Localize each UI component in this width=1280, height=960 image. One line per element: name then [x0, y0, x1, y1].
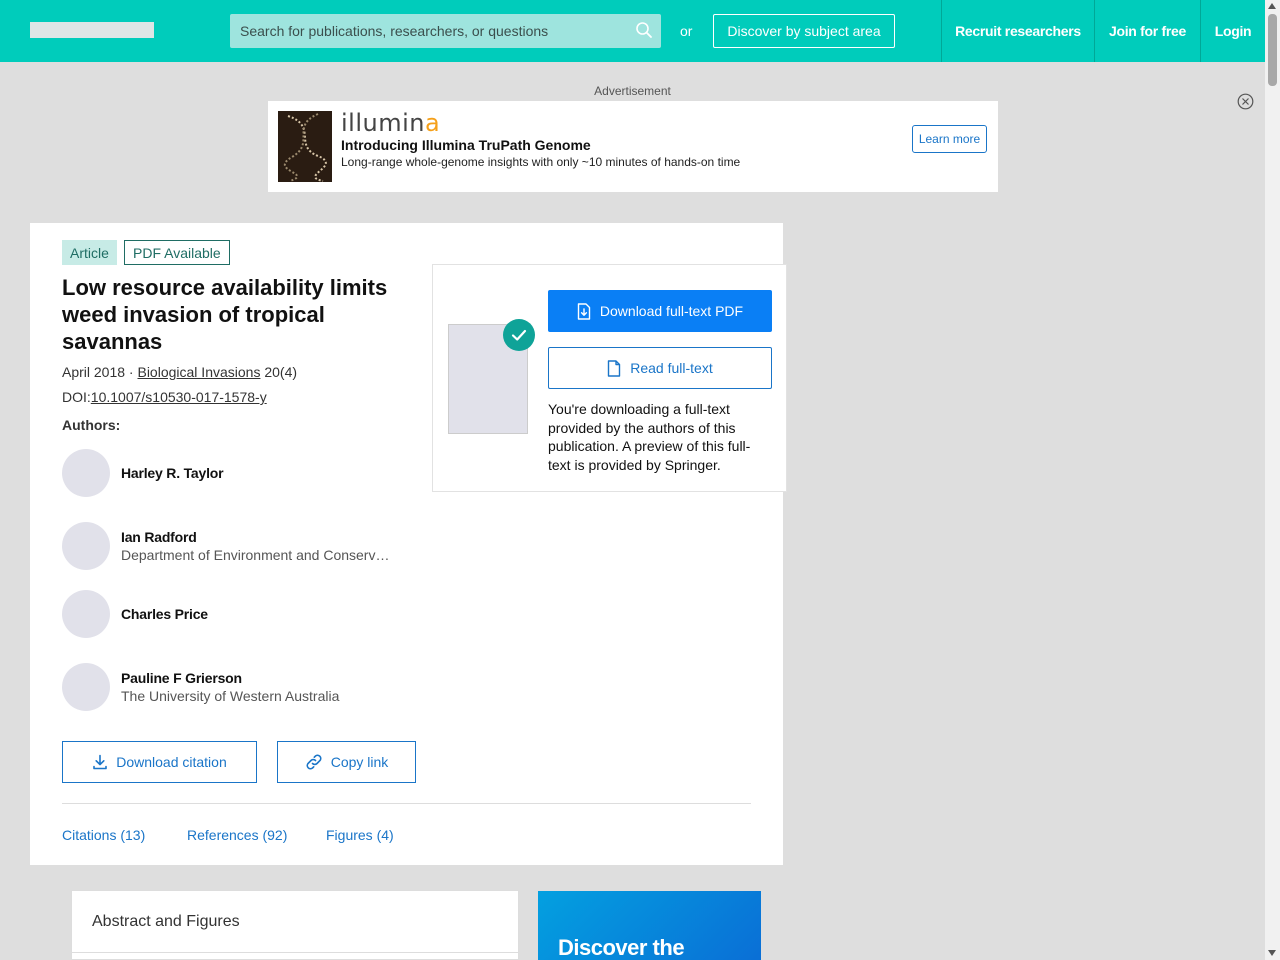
abstract-heading: Abstract and Figures [92, 913, 240, 930]
scroll-up-arrow-icon[interactable] [1268, 3, 1276, 9]
author-avatar[interactable] [62, 590, 110, 638]
document-icon [608, 359, 621, 377]
read-full-text-button[interactable]: Read full-text [548, 347, 772, 389]
download-citation-label: Download citation [116, 754, 227, 770]
article-type-badge: Article [62, 240, 117, 265]
discover-by-subject-button[interactable]: Discover by subject area [713, 14, 895, 48]
abstract-card: Abstract and Figures [71, 890, 519, 960]
tab-figures[interactable]: Figures (4) [326, 827, 394, 843]
ad-image [278, 111, 332, 182]
recruit-researchers-link[interactable]: Recruit researchers [941, 0, 1094, 62]
download-citation-button[interactable]: Download citation [62, 741, 257, 783]
authors-label: Authors: [62, 417, 121, 433]
download-note: You're downloading a full-text provided … [548, 401, 751, 473]
link-icon [306, 754, 322, 770]
advertisement-label: Advertisement [594, 84, 671, 98]
search-icon[interactable] [635, 21, 653, 39]
site-logo[interactable] [30, 22, 154, 38]
ad-headline: Introducing Illumina TruPath Genome [341, 137, 591, 153]
author-affiliation: The University of Western Australia [121, 688, 340, 704]
author-name[interactable]: Charles Price [121, 606, 208, 622]
checkmark-icon [503, 319, 535, 351]
ad-learn-more-button[interactable]: Learn more [912, 125, 987, 153]
or-label: or [680, 23, 693, 39]
close-ad-icon[interactable] [1237, 93, 1254, 110]
search-input[interactable] [240, 14, 630, 48]
abstract-divider [72, 952, 518, 953]
promo-banner[interactable]: Discover the [538, 891, 761, 960]
author-name[interactable]: Pauline F Grierson [121, 670, 242, 686]
pdf-download-icon [577, 302, 591, 320]
author-item[interactable]: Charles Price [62, 590, 402, 640]
author-item[interactable]: Ian Radford Department of Environment an… [62, 522, 402, 572]
journal-link[interactable]: Biological Invasions [137, 364, 260, 380]
author-item[interactable]: Harley R. Taylor [62, 449, 402, 499]
tab-citations[interactable]: Citations (13) [62, 827, 145, 843]
dna-pattern-icon [283, 113, 327, 182]
download-panel: Download full-text PDF Read full-text Yo… [432, 264, 787, 492]
copy-link-label: Copy link [330, 754, 389, 770]
author-avatar[interactable] [62, 522, 110, 570]
doi-line: DOI:10.1007/s10530-017-1578-y [62, 389, 267, 405]
author-item[interactable]: Pauline F Grierson The University of Wes… [62, 663, 402, 713]
author-avatar[interactable] [62, 663, 110, 711]
pdf-available-badge: PDF Available [124, 240, 230, 265]
author-affiliation: Department of Environment and Conservati… [121, 547, 393, 563]
journal-issue: 20(4) [260, 364, 298, 380]
download-pdf-button[interactable]: Download full-text PDF [548, 290, 772, 332]
author-name[interactable]: Ian Radford [121, 529, 197, 545]
login-link[interactable]: Login [1200, 0, 1265, 62]
join-for-free-link[interactable]: Join for free [1094, 0, 1200, 62]
read-full-text-label: Read full-text [630, 360, 713, 376]
author-name[interactable]: Harley R. Taylor [121, 465, 224, 481]
section-divider [62, 803, 751, 804]
download-icon [93, 754, 108, 770]
publication-date: April 2018 · [62, 364, 138, 380]
author-avatar[interactable] [62, 449, 110, 497]
publication-meta: April 2018 · Biological Invasions 20(4) [62, 364, 297, 380]
top-navigation-bar: or Discover by subject area Recruit rese… [0, 0, 1265, 62]
ad-subheadline: Long-range whole-genome insights with on… [341, 155, 741, 169]
search-box [230, 14, 661, 48]
scrollbar-thumb[interactable] [1268, 14, 1277, 86]
doi-link[interactable]: 10.1007/s10530-017-1578-y [91, 389, 267, 405]
publication-title: Low resource availability limits weed in… [62, 275, 388, 354]
copy-link-button[interactable]: Copy link [277, 741, 416, 783]
scroll-down-arrow-icon[interactable] [1268, 950, 1276, 956]
page-scrollbar[interactable] [1265, 0, 1280, 960]
ad-brand-logo: illumina [341, 109, 441, 137]
doi-prefix: DOI: [62, 389, 91, 405]
promo-heading: Discover the [558, 935, 685, 960]
download-pdf-label: Download full-text PDF [599, 303, 744, 319]
tab-references[interactable]: References (92) [187, 827, 287, 843]
advertisement-banner[interactable]: illumina Introducing Illumina TruPath Ge… [268, 101, 998, 192]
